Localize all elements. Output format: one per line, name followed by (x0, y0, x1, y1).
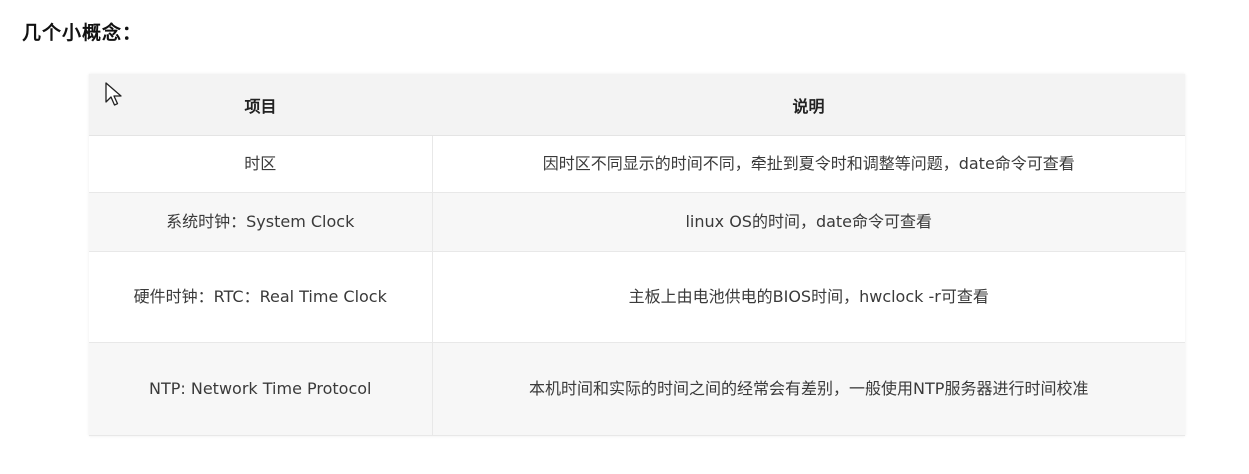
table-row: NTP: Network Time Protocol 本机时间和实际的时间之间的… (89, 342, 1185, 436)
mouse-pointer-icon (104, 82, 124, 108)
header-description: 说明 (432, 74, 1185, 136)
row-description-cell: 主板上由电池供电的BIOS时间，hwclock -r可查看 (432, 251, 1185, 343)
row-item-cell: 硬件时钟：RTC：Real Time Clock (89, 251, 433, 343)
table-header-row: 项目 说明 (89, 74, 1185, 136)
concepts-table-container: 项目 说明 时区 因时区不同显示的时间不同，牵扯到夏令时和调整等问题，date命… (89, 74, 1185, 436)
page-heading: 几个小概念： (22, 22, 143, 44)
row-item-cell: 系统时钟：System Clock (89, 192, 433, 252)
row-description-cell: 因时区不同显示的时间不同，牵扯到夏令时和调整等问题，date命令可查看 (432, 135, 1185, 193)
table-row: 硬件时钟：RTC：Real Time Clock 主板上由电池供电的BIOS时间… (89, 251, 1185, 343)
row-description-cell: linux OS的时间，date命令可查看 (432, 192, 1185, 252)
table-row: 时区 因时区不同显示的时间不同，牵扯到夏令时和调整等问题，date命令可查看 (89, 135, 1185, 193)
page: 几个小概念： 项目 说明 时区 因时区不同显示的时间不同，牵扯到夏令时和调整等问… (0, 0, 1249, 474)
header-item: 项目 (89, 74, 432, 136)
row-item-cell: 时区 (89, 135, 433, 193)
row-item-cell: NTP: Network Time Protocol (89, 342, 433, 436)
concepts-table: 项目 说明 时区 因时区不同显示的时间不同，牵扯到夏令时和调整等问题，date命… (89, 74, 1185, 436)
table-row: 系统时钟：System Clock linux OS的时间，date命令可查看 (89, 192, 1185, 252)
row-description-cell: 本机时间和实际的时间之间的经常会有差别，一般使用NTP服务器进行时间校准 (432, 342, 1185, 436)
